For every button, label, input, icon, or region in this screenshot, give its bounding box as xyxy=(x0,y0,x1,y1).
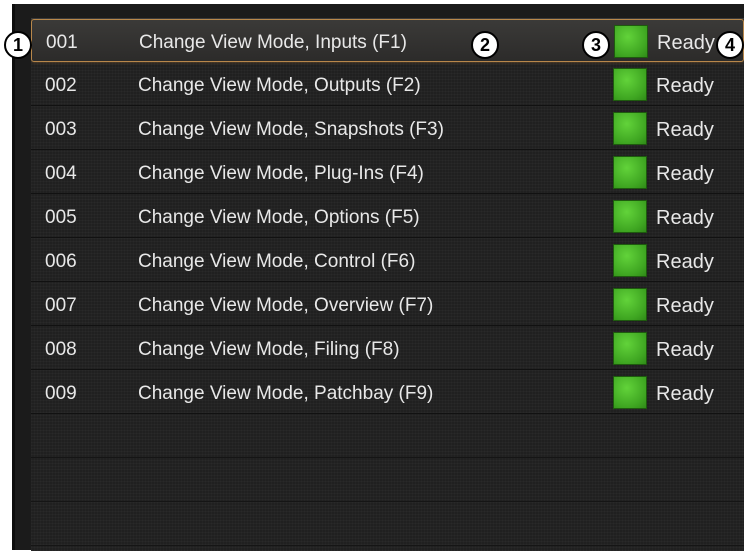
list-row-008[interactable]: 008 Change View Mode, Filing (F8) Ready xyxy=(31,327,744,370)
callout-marker-4: 4 xyxy=(716,31,744,59)
row-label: Change View Mode, Control (F6) xyxy=(138,251,416,272)
row-label: Change View Mode, Options (F5) xyxy=(138,207,420,228)
status-indicator xyxy=(613,200,647,233)
empty-list-row xyxy=(31,415,744,458)
list-row-005[interactable]: 005 Change View Mode, Options (F5) Ready xyxy=(31,195,744,238)
status-text: Ready xyxy=(656,75,714,97)
row-label: Change View Mode, Overview (F7) xyxy=(138,295,434,316)
status-indicator xyxy=(613,332,647,365)
status-text: Ready xyxy=(656,295,714,317)
list-row-001[interactable]: 001 Change View Mode, Inputs (F1) Ready xyxy=(31,19,744,62)
status-indicator xyxy=(613,376,647,409)
status-indicator xyxy=(613,288,647,321)
status-text: Ready xyxy=(656,383,714,405)
row-number: 009 xyxy=(45,383,77,404)
status-indicator xyxy=(614,25,648,58)
status-text: Ready xyxy=(656,207,714,229)
row-label: Change View Mode, Filing (F8) xyxy=(138,339,400,360)
row-number: 008 xyxy=(45,339,77,360)
row-number: 001 xyxy=(46,32,78,53)
row-label: Change View Mode, Patchbay (F9) xyxy=(138,383,434,404)
row-label: Change View Mode, Inputs (F1) xyxy=(139,32,407,53)
row-label: Change View Mode, Plug-Ins (F4) xyxy=(138,163,424,184)
list-row-009[interactable]: 009 Change View Mode, Patchbay (F9) Read… xyxy=(31,371,744,414)
empty-list-row xyxy=(31,459,744,502)
command-list: 001 Change View Mode, Inputs (F1) Ready … xyxy=(31,18,744,551)
list-row-007[interactable]: 007 Change View Mode, Overview (F7) Read… xyxy=(31,283,744,326)
status-indicator xyxy=(613,68,647,101)
row-label: Change View Mode, Outputs (F2) xyxy=(138,75,421,96)
status-text: Ready xyxy=(656,339,714,361)
status-text: Ready xyxy=(656,119,714,141)
row-number: 002 xyxy=(45,75,77,96)
list-row-004[interactable]: 004 Change View Mode, Plug-Ins (F4) Read… xyxy=(31,151,744,194)
row-number: 005 xyxy=(45,207,77,228)
callout-marker-1: 1 xyxy=(4,31,32,59)
row-number: 004 xyxy=(45,163,77,184)
list-row-003[interactable]: 003 Change View Mode, Snapshots (F3) Rea… xyxy=(31,107,744,150)
callout-marker-3: 3 xyxy=(582,31,610,59)
status-indicator xyxy=(613,244,647,277)
callout-marker-2: 2 xyxy=(471,31,499,59)
status-indicator xyxy=(613,156,647,189)
list-row-006[interactable]: 006 Change View Mode, Control (F6) Ready xyxy=(31,239,744,282)
status-indicator xyxy=(613,112,647,145)
row-number: 003 xyxy=(45,119,77,140)
status-text: Ready xyxy=(656,163,714,185)
empty-list-row xyxy=(31,503,744,546)
list-row-002[interactable]: 002 Change View Mode, Outputs (F2) Ready xyxy=(31,63,744,106)
row-number: 006 xyxy=(45,251,77,272)
status-text: Ready xyxy=(657,32,715,54)
row-label: Change View Mode, Snapshots (F3) xyxy=(138,119,444,140)
row-number: 007 xyxy=(45,295,77,316)
status-text: Ready xyxy=(656,251,714,273)
